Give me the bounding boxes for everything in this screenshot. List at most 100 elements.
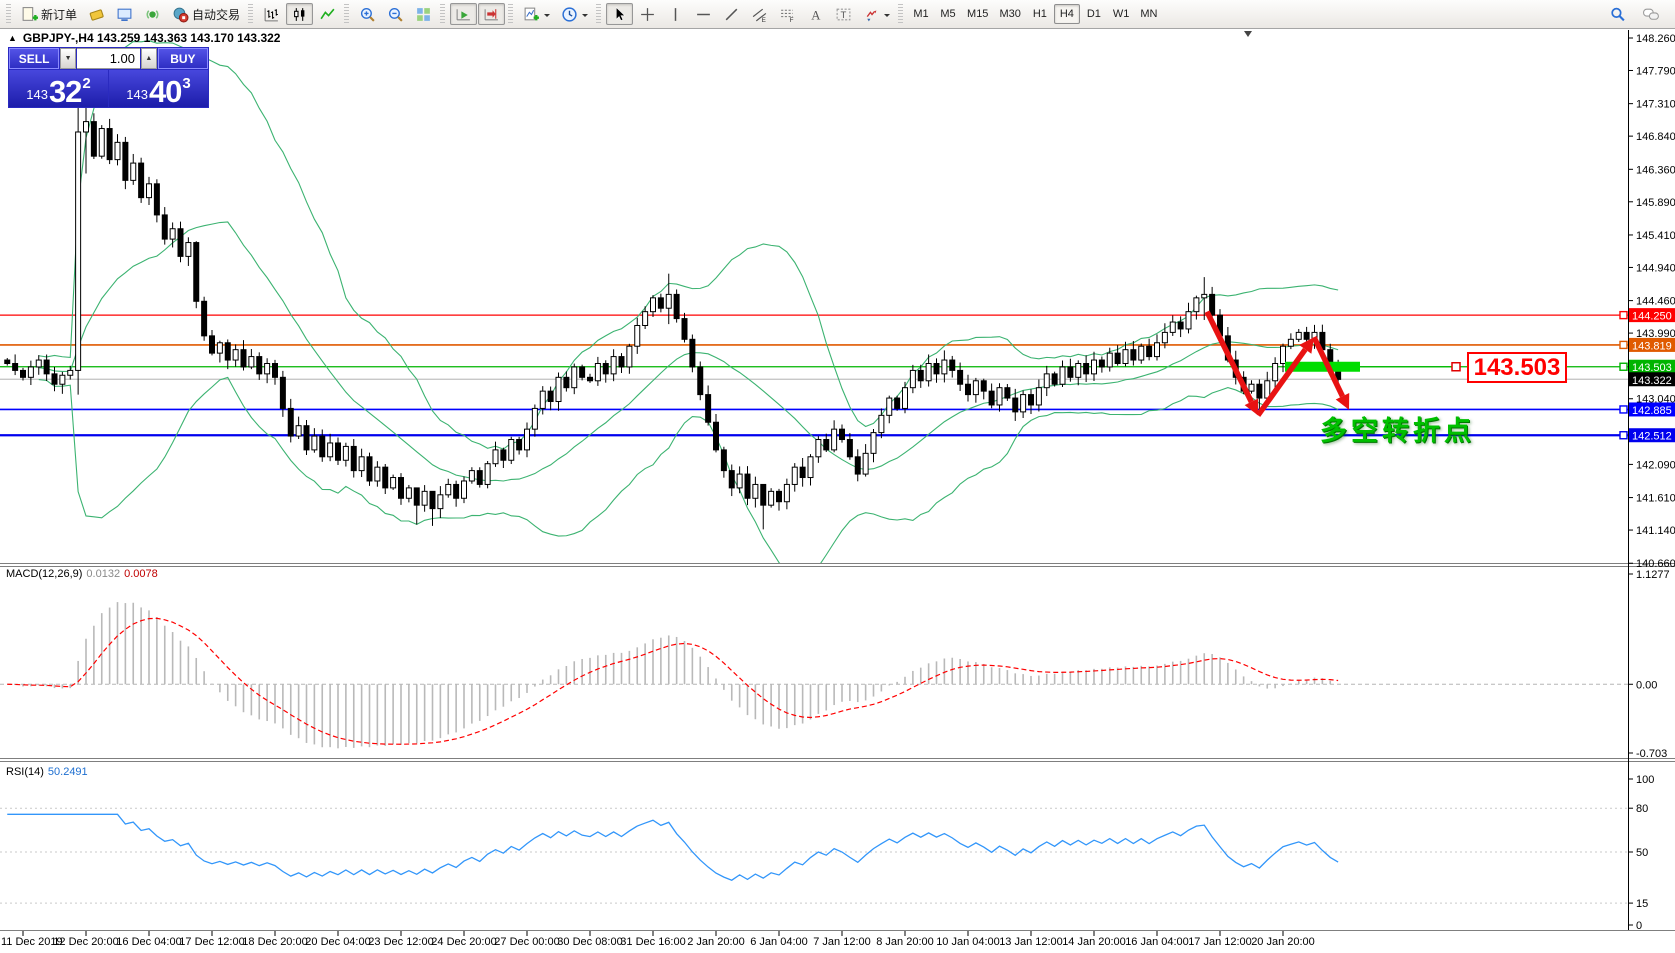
annotation-text: 多空转折点	[1320, 416, 1475, 446]
macd-value-main: 0.0132	[86, 568, 121, 580]
macd-label: MACD(12,26,9) 0.0132 0.0078	[6, 568, 158, 580]
buy-button[interactable]: BUY	[157, 48, 208, 69]
svg-text:16 Dec 04:00: 16 Dec 04:00	[116, 936, 181, 948]
vertical-line-tool-button[interactable]	[662, 3, 689, 25]
svg-text:50: 50	[1636, 847, 1648, 859]
bar-chart-icon	[264, 7, 278, 21]
buy-price-button[interactable]: 143 40 3	[109, 70, 208, 107]
svg-text:0: 0	[1636, 920, 1642, 932]
autotrade-button[interactable]: 自动交易	[167, 3, 245, 25]
add-indicator-icon	[524, 7, 539, 20]
candlestick-chart-icon	[294, 7, 305, 21]
zoom-out-icon	[388, 7, 403, 22]
toolbar-grip[interactable]	[596, 4, 602, 24]
toolbar-grip[interactable]	[508, 4, 514, 24]
svg-text:145.890: 145.890	[1636, 197, 1675, 209]
collapse-arrow-icon[interactable]: ▲	[8, 33, 17, 43]
toolbar-grip[interactable]	[344, 4, 350, 24]
timeframe-M1[interactable]: M1	[908, 4, 934, 24]
svg-text:10 Jan 04:00: 10 Jan 04:00	[936, 936, 1000, 948]
timeframe-H1[interactable]: H1	[1027, 4, 1053, 24]
label-tool-button[interactable]: T	[830, 3, 857, 25]
timeframe-M5[interactable]: M5	[935, 4, 961, 24]
auto-scroll-button[interactable]	[450, 3, 478, 25]
search-button[interactable]	[1604, 3, 1631, 25]
market-watch-icon	[117, 8, 132, 21]
svg-text:7 Jan 12:00: 7 Jan 12:00	[813, 936, 871, 948]
crosshair-tool-button[interactable]	[634, 3, 661, 25]
sell-button[interactable]: SELL	[9, 48, 60, 69]
svg-text:E: E	[762, 16, 766, 22]
macd-name: MACD(12,26,9)	[6, 568, 83, 580]
macd-value-signal: 0.0078	[124, 568, 158, 580]
signals-icon	[146, 9, 159, 19]
timeframe-H4[interactable]: H4	[1053, 4, 1080, 24]
volume-input[interactable]	[77, 48, 140, 69]
text-icon: A	[811, 8, 821, 22]
svg-text:14 Jan 20:00: 14 Jan 20:00	[1062, 936, 1126, 948]
zoom-in-button[interactable]	[354, 3, 381, 25]
svg-text:17 Dec 12:00: 17 Dec 12:00	[179, 936, 244, 948]
candlestick-chart-button[interactable]	[286, 3, 314, 25]
timeframe-M30[interactable]: M30	[994, 4, 1025, 24]
svg-text:A: A	[811, 8, 821, 22]
svg-text:18 Dec 20:00: 18 Dec 20:00	[242, 936, 307, 948]
toolbar-grip[interactable]	[440, 4, 446, 24]
svg-text:T: T	[841, 10, 847, 21]
timeframe-D1[interactable]: D1	[1081, 4, 1107, 24]
period-clock-button[interactable]	[556, 3, 593, 25]
svg-text:145.410: 145.410	[1636, 230, 1675, 242]
chat-button[interactable]	[1637, 3, 1665, 25]
sell-price-prefix: 143	[26, 87, 48, 102]
toolbar-grip[interactable]	[898, 4, 904, 24]
line-chart-button[interactable]	[314, 3, 341, 25]
svg-text:141.610: 141.610	[1636, 493, 1675, 505]
svg-text:147.310: 147.310	[1636, 99, 1675, 111]
svg-text:F: F	[790, 16, 794, 22]
trendline-tool-button[interactable]	[718, 3, 745, 25]
dropdown-caret	[884, 13, 891, 20]
zoom-out-button[interactable]	[382, 3, 409, 25]
svg-text:146.840: 146.840	[1636, 131, 1675, 143]
svg-text:12 Dec 20:00: 12 Dec 20:00	[53, 936, 118, 948]
new-order-button[interactable]: 新订单	[16, 3, 82, 25]
svg-text:24 Dec 20:00: 24 Dec 20:00	[431, 936, 496, 948]
svg-text:148.260: 148.260	[1636, 33, 1675, 45]
timeframe-W1[interactable]: W1	[1108, 4, 1135, 24]
svg-text:143.322: 143.322	[1632, 375, 1672, 387]
buy-price-sup: 3	[182, 75, 191, 92]
chart-canvas[interactable]: 148.260 147.790 147.310 146.840 146.360 145.8…	[0, 0, 1675, 953]
signals-button[interactable]	[139, 3, 166, 25]
quote-header-text: GBPJPY-,H4 143.259 143.363 143.170 143.3…	[22, 31, 281, 45]
svg-text:31 Dec 16:00: 31 Dec 16:00	[620, 936, 685, 948]
svg-text:15: 15	[1636, 898, 1648, 910]
arrows-tool-button[interactable]	[858, 3, 895, 25]
toolbar-grip[interactable]	[6, 4, 11, 24]
svg-text:144.460: 144.460	[1636, 296, 1675, 308]
svg-text:13 Jan 12:00: 13 Jan 12:00	[999, 936, 1063, 948]
horizontal-line-tool-button[interactable]	[690, 3, 717, 25]
chart-shift-button[interactable]	[478, 3, 506, 25]
zoom-in-icon	[360, 7, 375, 22]
profile-button[interactable]	[83, 3, 110, 25]
toolbar-grip[interactable]	[248, 4, 254, 24]
cursor-tool-button[interactable]	[606, 3, 634, 25]
channel-tool-button[interactable]: E	[746, 3, 773, 25]
svg-text:1.1277: 1.1277	[1636, 569, 1670, 581]
sell-price-button[interactable]: 143 32 2	[9, 70, 108, 107]
volume-decrease-button[interactable]: ▼	[60, 48, 76, 69]
text-tool-button[interactable]: A	[802, 3, 829, 25]
timeframe-MN[interactable]: MN	[1135, 4, 1162, 24]
tile-windows-button[interactable]	[410, 3, 437, 25]
add-indicator-button[interactable]	[518, 3, 555, 25]
rsi-label: RSI(14) 50.2491	[6, 766, 88, 778]
svg-text:100: 100	[1636, 774, 1654, 786]
fibonacci-tool-button[interactable]: F	[774, 3, 801, 25]
vertical-line-icon	[674, 7, 677, 21]
timeframe-M15[interactable]: M15	[962, 4, 993, 24]
svg-text:-0.703: -0.703	[1636, 748, 1667, 760]
channel-icon: E	[752, 8, 767, 23]
volume-increase-button[interactable]: ▲	[141, 48, 157, 69]
market-watch-button[interactable]	[111, 3, 138, 25]
bar-chart-button[interactable]	[258, 3, 285, 25]
